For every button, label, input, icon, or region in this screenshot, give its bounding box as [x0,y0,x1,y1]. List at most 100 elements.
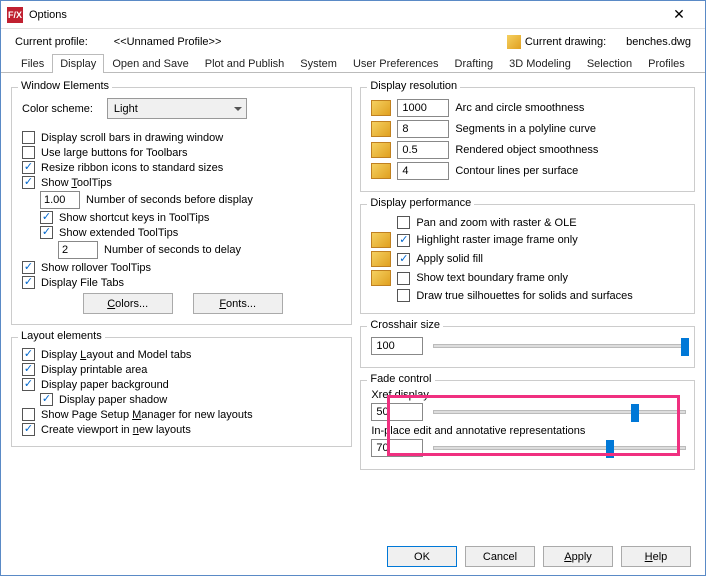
lbl-rollover: Show rollover ToolTips [41,262,151,274]
chk-printable[interactable] [22,363,35,376]
res-icon [371,121,391,137]
tab-display[interactable]: Display [52,54,104,73]
fonts-button[interactable]: Fonts... [193,293,283,314]
chk-resize-ribbon[interactable] [22,161,35,174]
slider-thumb[interactable] [606,440,614,458]
chk-silhouettes[interactable] [397,289,410,302]
drawing-icon [507,35,521,49]
tab-open-save[interactable]: Open and Save [104,54,196,73]
chk-paper-bg[interactable] [22,378,35,391]
tab-profiles[interactable]: Profiles [640,54,693,73]
res-icon [371,142,391,158]
input-arc[interactable] [397,99,449,117]
lbl-contour: Contour lines per surface [455,165,578,177]
drawing-value: benches.dwg [626,36,691,48]
profile-row: Current profile: <<Unnamed Profile>> Cur… [1,29,705,51]
lbl-viewport: Create viewport in new layouts [41,424,191,436]
color-scheme-select[interactable]: Light [107,98,247,119]
lbl-seconds-delay: Number of seconds to delay [104,244,241,256]
lbl-rendered: Rendered object smoothness [455,144,598,156]
tab-3d-modeling[interactable]: 3D Modeling [501,54,579,73]
tab-strip: Files Display Open and Save Plot and Pub… [1,51,705,73]
chk-pan-zoom[interactable] [397,216,410,229]
chk-shortcut-keys[interactable] [40,211,53,224]
slider-xref[interactable] [433,410,686,414]
chk-rollover[interactable] [22,261,35,274]
lbl-layout-tabs: Display Layout and Model tabs [41,349,191,361]
input-rendered[interactable] [397,141,449,159]
lbl-show-tooltips: Show ToolTips [41,177,112,189]
input-segments[interactable] [397,120,449,138]
perf-icon [371,232,391,248]
slider-thumb[interactable] [631,404,639,422]
chk-extended-tt[interactable] [40,226,53,239]
colors-button[interactable]: Colors... [83,293,173,314]
input-seconds-before[interactable] [40,191,80,209]
dialog-footer: OK Cancel Apply Help [387,546,691,567]
group-fade-control: Fade control Xref display In-place edit … [360,380,695,470]
tab-system[interactable]: System [292,54,345,73]
perf-icon [371,270,391,286]
cancel-button[interactable]: Cancel [465,546,535,567]
group-window-elements: Window Elements Color scheme: Light Disp… [11,87,352,325]
perf-icon [371,251,391,267]
group-layout-elements: Layout elements Display Layout and Model… [11,337,352,447]
chk-large-buttons[interactable] [22,146,35,159]
lbl-shortcut-keys: Show shortcut keys in ToolTips [59,212,209,224]
input-inplace[interactable] [371,439,423,457]
profile-value: <<Unnamed Profile>> [114,36,222,48]
slider-crosshair[interactable] [433,344,686,348]
input-xref[interactable] [371,403,423,421]
apply-button[interactable]: Apply [543,546,613,567]
chk-text-boundary[interactable] [397,272,410,285]
color-scheme-value: Light [114,103,138,115]
help-button[interactable]: Help [621,546,691,567]
lbl-segments: Segments in a polyline curve [455,123,596,135]
group-display-resolution: Display resolution Arc and circle smooth… [360,87,695,192]
lbl-page-setup: Show Page Setup Manager for new layouts [41,409,253,421]
lbl-paper-shadow: Display paper shadow [59,394,167,406]
group-display-performance: Display performance Pan and zoom with ra… [360,204,695,314]
lbl-silhouettes: Draw true silhouettes for solids and sur… [416,290,632,302]
slider-thumb[interactable] [681,338,689,356]
group-title-layout: Layout elements [18,330,105,342]
profile-label: Current profile: [15,36,88,48]
lbl-text-boundary: Show text boundary frame only [416,272,568,284]
window-title: Options [29,9,659,21]
tab-plot-publish[interactable]: Plot and Publish [197,54,293,73]
lbl-seconds-before: Number of seconds before display [86,194,253,206]
tab-files[interactable]: Files [13,54,52,73]
ok-button[interactable]: OK [387,546,457,567]
lbl-paper-bg: Display paper background [41,379,169,391]
chk-viewport[interactable] [22,423,35,436]
chk-highlight-raster[interactable] [397,234,410,247]
chk-page-setup[interactable] [22,408,35,421]
slider-inplace[interactable] [433,446,686,450]
chk-file-tabs[interactable] [22,276,35,289]
lbl-large-buttons: Use large buttons for Toolbars [41,147,188,159]
group-title-fade: Fade control [367,373,434,385]
tab-drafting[interactable]: Drafting [447,54,502,73]
group-title-res: Display resolution [367,80,460,92]
chk-show-tooltips[interactable] [22,176,35,189]
group-title: Window Elements [18,80,112,92]
app-icon: F/X [7,7,23,23]
res-icon [371,100,391,116]
chk-paper-shadow[interactable] [40,393,53,406]
res-icon [371,163,391,179]
chk-layout-tabs[interactable] [22,348,35,361]
inplace-label: In-place edit and annotative representat… [371,425,686,437]
lbl-file-tabs: Display File Tabs [41,277,124,289]
input-crosshair[interactable] [371,337,423,355]
lbl-highlight-raster: Highlight raster image frame only [416,234,577,246]
lbl-scrollbars: Display scroll bars in drawing window [41,132,223,144]
drawing-label: Current drawing: [525,36,606,48]
input-contour[interactable] [397,162,449,180]
chk-solid-fill[interactable] [397,253,410,266]
input-seconds-delay[interactable] [58,241,98,259]
chk-scrollbars[interactable] [22,131,35,144]
close-button[interactable]: ✕ [659,1,699,29]
tab-selection[interactable]: Selection [579,54,640,73]
lbl-solid-fill: Apply solid fill [416,253,483,265]
tab-user-prefs[interactable]: User Preferences [345,54,447,73]
